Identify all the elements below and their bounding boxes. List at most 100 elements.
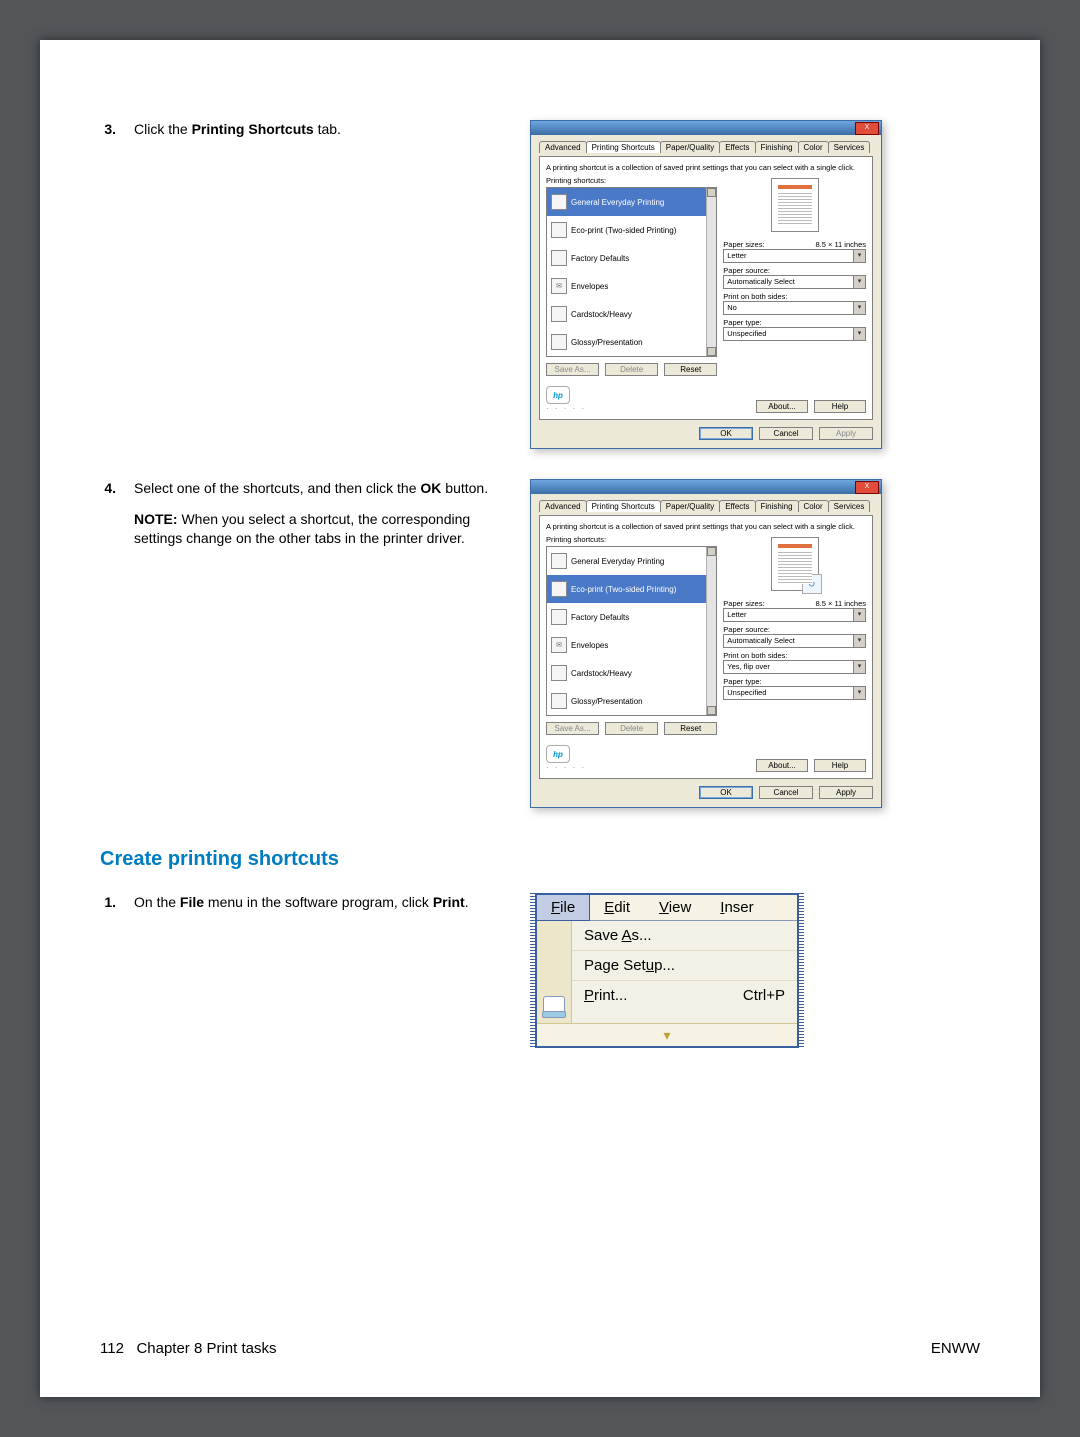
shortcut-item[interactable]: Envelopes <box>547 272 706 300</box>
menu-view[interactable]: View <box>645 895 706 920</box>
hp-logo: hp <box>546 386 570 404</box>
menu-item-print[interactable]: Print...Ctrl+P <box>572 980 797 1010</box>
menu-item-label: Page Setup... <box>584 957 675 974</box>
tab-advanced[interactable]: Advanced <box>539 141 587 153</box>
menu-expand-chevron-icon[interactable]: ▾ <box>537 1023 797 1046</box>
shortcut-item[interactable]: Eco-print (Two-sided Printing) <box>547 575 706 603</box>
step-1-number: 1. <box>100 893 116 912</box>
apply-button[interactable]: Apply <box>819 786 873 799</box>
step-3-row: 3. Click the Printing Shortcuts tab. X Ad… <box>100 120 980 449</box>
shortcut-icon <box>551 278 567 294</box>
shortcut-item[interactable]: Cardstock/Heavy <box>547 659 706 687</box>
shortcut-label: Cardstock/Heavy <box>571 310 632 319</box>
close-icon[interactable]: X <box>855 122 879 135</box>
scrollbar[interactable] <box>706 547 716 715</box>
tab-color[interactable]: Color <box>798 141 829 153</box>
printer-icon <box>543 996 565 1016</box>
menu-inser[interactable]: Inser <box>706 895 768 920</box>
cancel-button[interactable]: Cancel <box>759 786 813 799</box>
tab-paper-quality[interactable]: Paper/Quality <box>660 500 720 512</box>
tab-finishing[interactable]: Finishing <box>755 500 799 512</box>
close-icon[interactable]: X <box>855 481 879 494</box>
tab-effects[interactable]: Effects <box>719 141 755 153</box>
menu-item-save-as[interactable]: Save As... <box>572 921 797 950</box>
shortcuts-list[interactable]: General Everyday Printing Eco-print (Two-… <box>546 187 717 357</box>
step-3-number: 3. <box>100 120 116 139</box>
about-button[interactable]: About... <box>756 400 808 413</box>
reset-button[interactable]: Reset <box>664 363 717 376</box>
shortcut-item[interactable]: Eco-print (Two-sided Printing) <box>547 216 706 244</box>
tab-effects[interactable]: Effects <box>719 500 755 512</box>
save-as-button: Save As... <box>546 722 599 735</box>
tab-advanced[interactable]: Advanced <box>539 500 587 512</box>
shortcut-icon <box>551 306 567 322</box>
shortcut-item[interactable]: Glossy/Presentation <box>547 328 706 356</box>
note-prefix: NOTE: <box>134 511 178 527</box>
hp-logo: hp <box>546 745 570 763</box>
shortcut-icon <box>551 665 567 681</box>
tabstrip: AdvancedPrinting ShortcutsPaper/QualityE… <box>539 141 873 153</box>
paper-source-label: Paper source: <box>723 266 866 275</box>
shortcut-icon <box>551 609 567 625</box>
dialog-titlebar[interactable]: X <box>531 480 881 494</box>
about-button[interactable]: About... <box>756 759 808 772</box>
shortcut-item[interactable]: Envelopes <box>547 631 706 659</box>
ok-button[interactable]: OK <box>699 427 753 440</box>
shortcut-label: General Everyday Printing <box>571 198 664 207</box>
tab-finishing[interactable]: Finishing <box>755 141 799 153</box>
shortcut-icon <box>551 194 567 210</box>
dialog-titlebar[interactable]: X <box>531 121 881 135</box>
paper-type-label: Paper type: <box>723 318 866 327</box>
shortcut-item[interactable]: Cardstock/Heavy <box>547 300 706 328</box>
shortcut-item[interactable]: General Everyday Printing <box>547 188 706 216</box>
step-1-row: 1. On the File menu in the software prog… <box>100 893 980 1048</box>
paper-source-combo[interactable]: Automatically Select <box>723 634 866 648</box>
shortcut-label: Envelopes <box>571 641 608 650</box>
step-3: 3. Click the Printing Shortcuts tab. <box>100 120 500 139</box>
menu-file[interactable]: File <box>536 894 590 921</box>
menu-item-shortcut: Ctrl+P <box>743 987 785 1004</box>
page: 3. Click the Printing Shortcuts tab. X Ad… <box>40 40 1040 1397</box>
shortcut-label: Factory Defaults <box>571 613 629 622</box>
shortcut-item[interactable]: Factory Defaults <box>547 603 706 631</box>
paper-type-label: Paper type: <box>723 677 866 686</box>
page-preview <box>771 178 819 232</box>
shortcut-icon <box>551 693 567 709</box>
duplex-flip-icon: ↻ <box>802 574 822 594</box>
paper-sizes-combo[interactable]: Letter <box>723 608 866 622</box>
menu-edit[interactable]: Edit <box>590 895 645 920</box>
tab-paper-quality[interactable]: Paper/Quality <box>660 141 720 153</box>
shortcut-label: Eco-print (Two-sided Printing) <box>571 585 676 594</box>
shortcut-icon <box>551 581 567 597</box>
cancel-button[interactable]: Cancel <box>759 427 813 440</box>
paper-sizes-combo[interactable]: Letter <box>723 249 866 263</box>
shortcuts-list[interactable]: General Everyday Printing Eco-print (Two-… <box>546 546 717 716</box>
help-button[interactable]: Help <box>814 759 866 772</box>
paper-sizes-label: Paper sizes:8.5 × 11 inches <box>723 599 866 608</box>
menu-item-page-setup[interactable]: Page Setup... <box>572 950 797 980</box>
shortcut-label: Envelopes <box>571 282 608 291</box>
paper-type-combo[interactable]: Unspecified <box>723 686 866 700</box>
paper-type-combo[interactable]: Unspecified <box>723 327 866 341</box>
print-both-sides-combo[interactable]: No <box>723 301 866 315</box>
tab-printing-shortcuts[interactable]: Printing Shortcuts <box>586 141 661 153</box>
tab-printing-shortcuts[interactable]: Printing Shortcuts <box>586 500 661 512</box>
ok-button[interactable]: OK <box>699 786 753 799</box>
tab-services[interactable]: Services <box>828 500 871 512</box>
shortcut-icon <box>551 553 567 569</box>
tab-services[interactable]: Services <box>828 141 871 153</box>
shortcut-label: General Everyday Printing <box>571 557 664 566</box>
shortcut-item[interactable]: Glossy/Presentation <box>547 687 706 715</box>
paper-source-label: Paper source: <box>723 625 866 634</box>
print-both-sides-label: Print on both sides: <box>723 651 866 660</box>
reset-button[interactable]: Reset <box>664 722 717 735</box>
help-button[interactable]: Help <box>814 400 866 413</box>
tab-color[interactable]: Color <box>798 500 829 512</box>
print-both-sides-combo[interactable]: Yes, flip over <box>723 660 866 674</box>
file-menu-screenshot: FileEditViewInserSave As... Page Setup...… <box>530 893 804 1048</box>
shortcut-item[interactable]: General Everyday Printing <box>547 547 706 575</box>
scrollbar[interactable] <box>706 188 716 356</box>
step-1-text: On the File menu in the software program… <box>134 893 500 912</box>
paper-source-combo[interactable]: Automatically Select <box>723 275 866 289</box>
shortcut-item[interactable]: Factory Defaults <box>547 244 706 272</box>
